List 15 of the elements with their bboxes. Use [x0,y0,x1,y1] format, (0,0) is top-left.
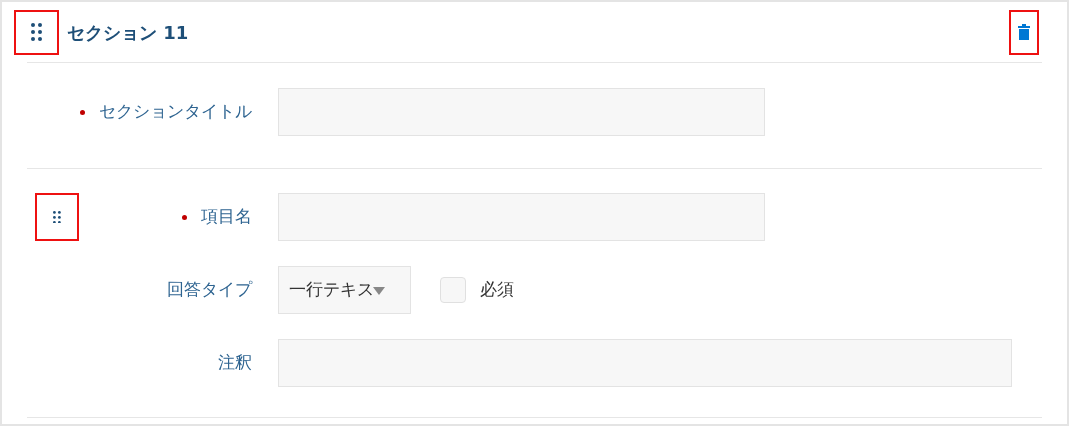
input-field[interactable] [278,193,765,241]
field-label: 注釈 [218,351,252,375]
checkbox[interactable] [440,277,466,303]
drag-handle-icon[interactable] [53,210,61,224]
input-field[interactable] [278,339,1012,387]
section-title: セクション 11 [67,20,189,45]
field-label: 項目名 [201,205,252,229]
dropdown[interactable]: 一行テキス [278,266,411,314]
drag-handle-icon[interactable] [31,23,42,41]
field-label: セクションタイトル [99,100,252,124]
caret-icon [372,284,386,296]
trash-icon[interactable] [1018,24,1030,40]
field-label: 回答タイプ [167,278,252,302]
checkbox-label: 必須 [480,278,514,302]
input-field[interactable] [278,88,765,136]
